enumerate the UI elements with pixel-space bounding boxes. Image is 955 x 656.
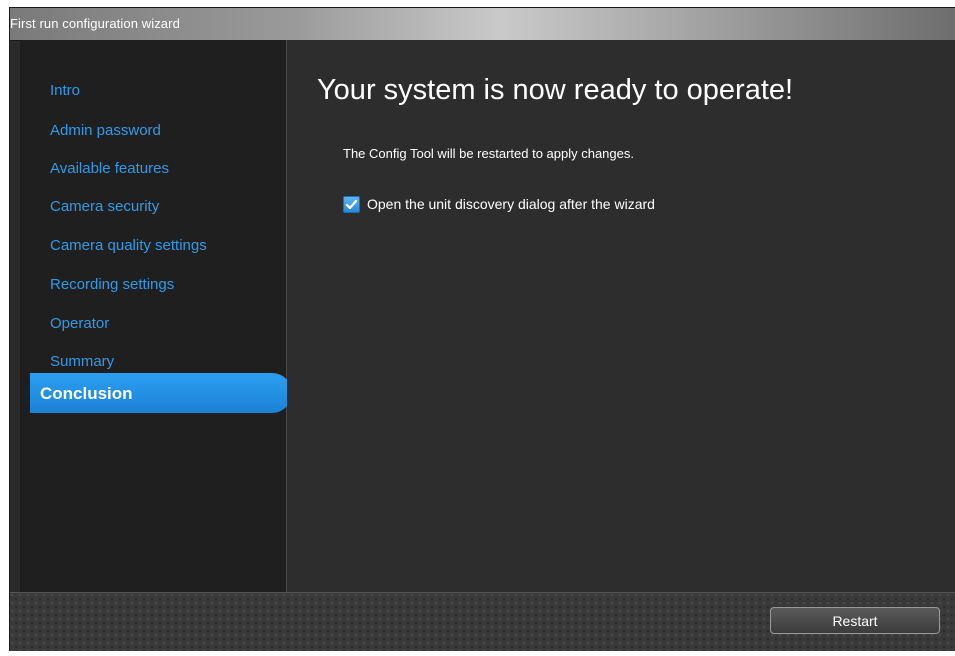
step-available-features[interactable]: Available features	[50, 160, 169, 177]
step-admin-password[interactable]: Admin password	[50, 122, 161, 139]
checkmark-icon	[345, 199, 358, 209]
step-camera-security[interactable]: Camera security	[50, 198, 159, 215]
restart-button[interactable]: Restart	[770, 607, 940, 634]
step-operator[interactable]: Operator	[50, 315, 109, 332]
step-conclusion[interactable]: Conclusion	[30, 373, 292, 413]
wizard-steps-sidebar: Intro Admin password Available features …	[20, 40, 287, 592]
wizard-footer: Restart	[10, 592, 955, 651]
page-title: Your system is now ready to operate!	[317, 74, 794, 106]
wizard-window: First run configuration wizard Intro Adm…	[10, 8, 955, 651]
restart-notice: The Config Tool will be restarted to app…	[343, 146, 634, 161]
open-unit-discovery-checkbox[interactable]	[343, 195, 360, 213]
step-summary[interactable]: Summary	[50, 353, 114, 370]
open-unit-discovery-label: Open the unit discovery dialog after the…	[367, 196, 655, 212]
open-unit-discovery-option[interactable]: Open the unit discovery dialog after the…	[343, 194, 655, 214]
step-conclusion-label: Conclusion	[40, 384, 133, 403]
step-intro[interactable]: Intro	[50, 82, 80, 99]
window-title: First run configuration wizard	[10, 16, 180, 31]
step-camera-quality-settings[interactable]: Camera quality settings	[50, 237, 207, 254]
main-panel: Your system is now ready to operate! The…	[287, 40, 955, 592]
step-recording-settings[interactable]: Recording settings	[50, 276, 174, 293]
title-bar: First run configuration wizard	[10, 8, 955, 41]
